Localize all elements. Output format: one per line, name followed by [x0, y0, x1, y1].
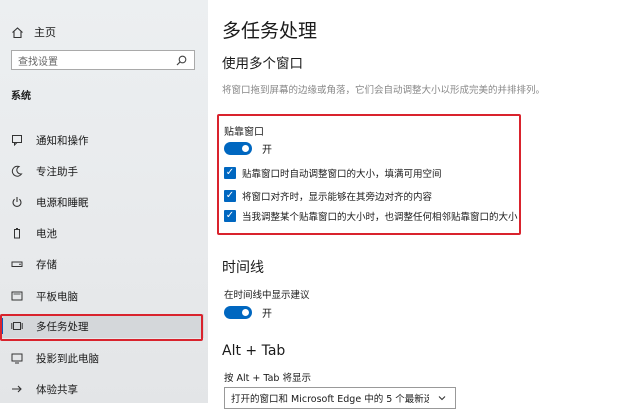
sidebar-item-label: 体验共享 — [36, 383, 78, 396]
sidebar-item-power-sleep[interactable]: 电源和睡眠 — [0, 190, 204, 214]
timeline-suggestions-label: 在时间线中显示建议 — [224, 290, 310, 301]
sidebar-item-label: 平板电脑 — [36, 290, 78, 303]
toggle-state-label: 开 — [262, 309, 272, 320]
battery-icon — [10, 226, 24, 240]
highlight-snap-windows — [217, 114, 521, 235]
sidebar-item-label: 电源和睡眠 — [36, 196, 89, 209]
sidebar-item-project[interactable]: 投影到此电脑 — [0, 346, 204, 370]
search-input[interactable]: 查找设置 — [11, 50, 195, 70]
sidebar-home[interactable]: 主页 — [10, 24, 56, 40]
share-icon — [10, 382, 24, 396]
section-title-multiple-windows: 使用多个窗口 — [222, 56, 303, 72]
sidebar-item-battery[interactable]: 电池 — [0, 221, 204, 245]
main-content: 多任务处理 使用多个窗口 将窗口拖到屏幕的边缘或角落，它们会自动调整大小以形成完… — [208, 0, 640, 409]
sidebar-item-label: 电池 — [36, 227, 57, 240]
section-title-alt-tab: Alt + Tab — [222, 343, 286, 359]
timeline-toggle[interactable] — [224, 306, 252, 319]
snap-description: 将窗口拖到屏幕的边缘或角落，它们会自动调整大小以形成完美的并排排列。 — [222, 85, 546, 96]
page-title: 多任务处理 — [222, 20, 318, 42]
moon-icon — [10, 164, 24, 178]
storage-icon — [10, 257, 24, 271]
sidebar-item-tablet[interactable]: 平板电脑 — [0, 284, 204, 308]
alt-tab-label: 按 Alt + Tab 将显示 — [224, 373, 311, 384]
power-icon — [10, 195, 24, 209]
search-icon[interactable] — [174, 53, 188, 67]
section-title-system: 系统 — [11, 91, 31, 102]
project-icon — [10, 351, 24, 365]
sidebar-home-label: 主页 — [34, 26, 56, 39]
sidebar-item-shared-experiences[interactable]: 体验共享 — [0, 377, 204, 401]
sidebar-item-notifications[interactable]: 通知和操作 — [0, 128, 204, 152]
sidebar-item-label: 通知和操作 — [36, 134, 89, 147]
home-icon — [10, 25, 24, 39]
sidebar-item-label: 存储 — [36, 258, 57, 271]
sidebar-item-storage[interactable]: 存储 — [0, 252, 204, 276]
tablet-icon — [10, 289, 24, 303]
section-title-timeline: 时间线 — [222, 260, 264, 276]
sidebar-item-label: 专注助手 — [36, 165, 78, 178]
highlight-multitasking — [0, 314, 203, 341]
settings-sidebar: 主页 查找设置 系统 通知和操作 专注助手 电源和睡眠 电池 存储 平板电脑 多… — [0, 0, 208, 403]
sidebar-item-label: 投影到此电脑 — [36, 352, 99, 365]
notification-icon — [10, 133, 24, 147]
search-placeholder: 查找设置 — [18, 56, 58, 68]
alt-tab-dropdown[interactable]: 打开的窗口和 Microsoft Edge 中的 5 个最新选项卡 — [224, 387, 456, 409]
timeline-toggle-row[interactable]: 开 — [224, 305, 272, 320]
sidebar-item-focus-assist[interactable]: 专注助手 — [0, 159, 204, 183]
